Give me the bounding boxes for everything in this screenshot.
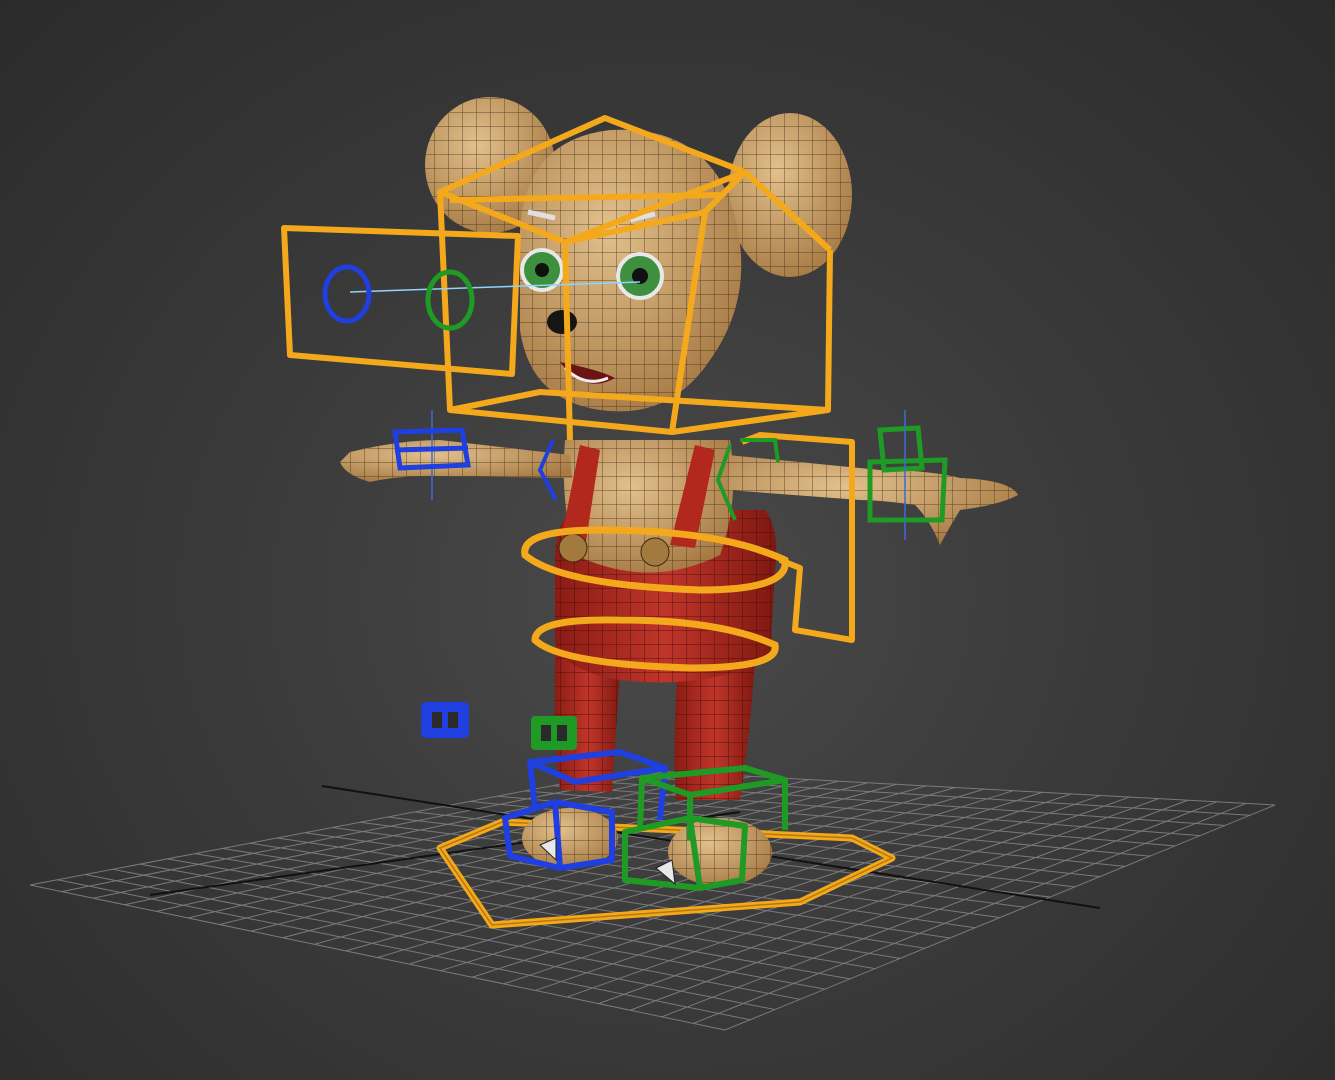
right-eye-target[interactable] — [425, 269, 475, 331]
head — [520, 129, 742, 412]
viewport-scene[interactable] — [0, 0, 1335, 1080]
left-eye-target[interactable] — [322, 264, 372, 324]
torso — [558, 440, 734, 573]
right-knee-control[interactable] — [531, 716, 577, 750]
left-knee-control[interactable] — [421, 702, 469, 738]
nose — [547, 310, 577, 334]
perspective-viewport[interactable] — [0, 0, 1335, 1080]
ground-grid — [29, 769, 1276, 1031]
